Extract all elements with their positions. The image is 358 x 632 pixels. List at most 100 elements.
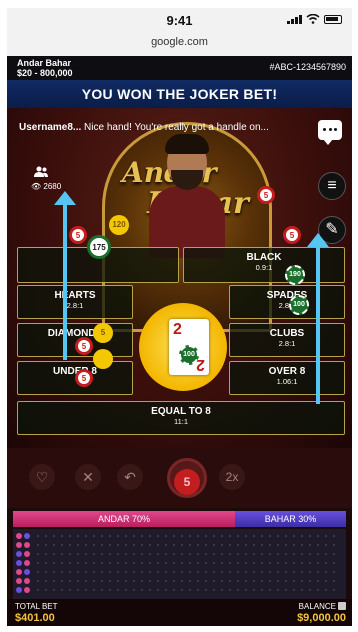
road-result-dot [24,578,30,584]
road-grid-point [149,535,151,537]
road-grid-point [325,544,327,546]
road-grid-point [293,544,295,546]
road-grid-point [309,571,311,573]
road-grid-point [85,544,87,546]
road-grid-point [141,544,143,546]
double-button[interactable]: 2x [219,464,245,490]
road-grid-point [245,571,247,573]
road-grid-point [77,553,79,555]
address-bar[interactable]: google.com [7,34,352,57]
road-grid-point [45,571,47,573]
road-grid-point [53,562,55,564]
road-grid-point [189,562,191,564]
road-grid-point [149,562,151,564]
road-grid-point [45,544,47,546]
road-grid-point [117,553,119,555]
road-grid-point [109,589,111,591]
road-grid-point [189,535,191,537]
road-grid-point [213,589,215,591]
bet-clubs[interactable]: CLUBS 2.8:1 [229,323,345,357]
arrow-annotation [63,204,67,360]
road-grid-point [205,544,207,546]
road-result-dot [16,578,22,584]
footer: TOTAL BET $401.00 BALANCE $9,000.00 [7,599,352,626]
road-grid-point [125,544,127,546]
road-grid-point [181,553,183,555]
road-grid-point [285,580,287,582]
road-grid-point [309,562,311,564]
road-grid-point [37,553,39,555]
road-grid-point [213,553,215,555]
road-grid-point [309,544,311,546]
road-grid-point [133,589,135,591]
road-grid-point [125,553,127,555]
road-grid-point [301,589,303,591]
road-grid-point [205,589,207,591]
road-grid-point [221,571,223,573]
clear-bets-icon[interactable]: ✕ [75,464,101,490]
road-grid-point [317,571,319,573]
road-grid-point [293,589,295,591]
chip-marker: 5 [283,226,301,244]
bet-equal-8[interactable]: EQUAL TO 8 11:1 [17,401,345,435]
road-grid-point [37,562,39,564]
road-grid-point [165,571,167,573]
road-grid-point [85,571,87,573]
favorite-icon[interactable]: ♡ [29,464,55,490]
road-grid-point [269,571,271,573]
undo-icon[interactable]: ↶ [117,464,143,490]
game-limits: $20 - 800,000 [17,68,73,78]
road-grid-point [285,535,287,537]
menu-icon[interactable]: ≡ [318,172,346,200]
chat-icon[interactable] [318,120,342,145]
road-grid-point [325,571,327,573]
bet-diamonds-label: DIAMONDS [47,328,103,339]
road-grid-point [165,580,167,582]
road-grid-point [133,571,135,573]
chip-selector-button[interactable]: 5 [167,458,207,498]
dealer-video [149,134,225,258]
road-grid-point [93,535,95,537]
road-grid-point [181,571,183,573]
bet-black[interactable]: BLACK 0.9:1 [183,247,345,283]
bet-black-label: BLACK [246,252,282,263]
status-bar: 9:41 [7,8,352,34]
road-grid-point [61,535,63,537]
road-grid-point [309,589,311,591]
road-grid-point [245,535,247,537]
bet-hearts[interactable]: HEARTS 2.8:1 [17,285,133,319]
bahar-percent: BAHAR 30% [235,511,346,527]
road-grid-point [325,589,327,591]
road-grid-point [157,562,159,564]
road-grid-point [53,589,55,591]
road-grid-point [181,535,183,537]
road-grid-point [229,553,231,555]
road-grid-point [189,544,191,546]
road-grid-point [229,535,231,537]
road-grid-point [333,535,335,537]
road-grid-point [237,562,239,564]
bet-over-8[interactable]: OVER 8 1.06:1 [229,361,345,395]
road-grid-point [45,562,47,564]
bet-spades[interactable]: SPADES 2.8:1 [229,285,345,319]
road-grid-point [221,553,223,555]
road-grid-point [301,553,303,555]
road-grid-point [69,553,71,555]
road-grid-point [133,562,135,564]
road-grid-point [181,580,183,582]
road-grid-point [53,571,55,573]
viewer-count[interactable]: 👁 2680 [31,166,61,191]
road-grid-point [253,580,255,582]
road-grid-point [133,553,135,555]
road-grid-point [261,589,263,591]
arrow-head [307,233,329,247]
road-grid-point [189,580,191,582]
road-grid-point [317,544,319,546]
road-grid-point [301,571,303,573]
road-grid-point [229,562,231,564]
road-grid-point [149,544,151,546]
road-grid-point [101,553,103,555]
road-grid-point [109,553,111,555]
road-grid-point [317,535,319,537]
bet-diamonds[interactable]: DIAMONDS [17,323,133,357]
